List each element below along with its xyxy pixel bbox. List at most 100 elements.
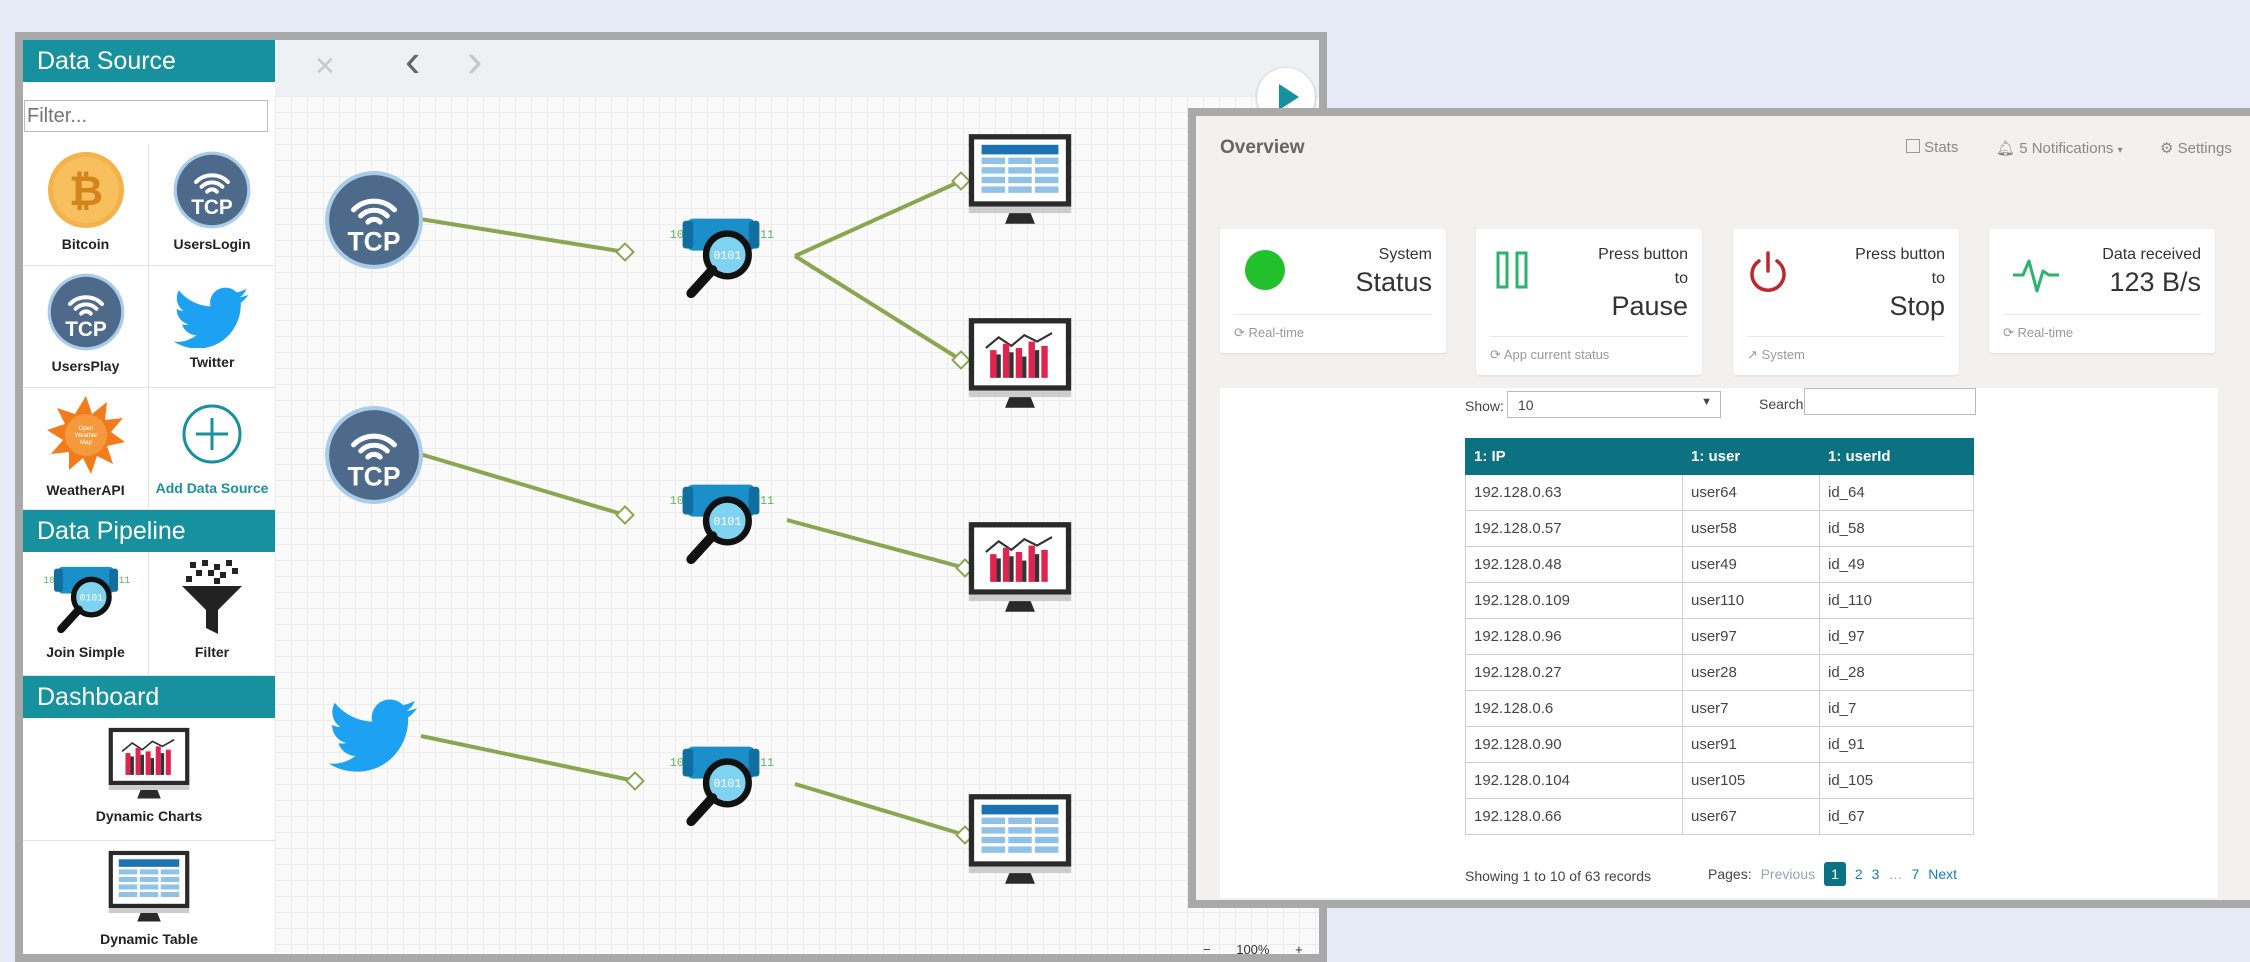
column-header-ip[interactable]: 1: IP	[1465, 438, 1683, 475]
cell-userid: id_110	[1819, 582, 1974, 619]
nav-settings[interactable]: ⚙ Settings	[2160, 139, 2232, 157]
add-data-source-button[interactable]: Add Data Source	[149, 388, 275, 510]
cell-userid: id_58	[1819, 510, 1974, 547]
status-card-text: System Status	[1355, 243, 1432, 297]
source-label: Bitcoin	[61, 236, 110, 252]
connector	[786, 518, 966, 570]
power-icon[interactable]	[1747, 249, 1789, 293]
cell-user: user91	[1682, 726, 1820, 763]
source-usersplay[interactable]: UsersPlay	[23, 266, 149, 388]
previous-page-button[interactable]: Previous	[1761, 866, 1815, 882]
zoom-in-button[interactable]: +	[1295, 942, 1303, 957]
pipeline-tool-list: Join Simple Filter	[23, 552, 275, 676]
zoom-out-button[interactable]: −	[1203, 942, 1211, 957]
forward-icon[interactable]: ›	[467, 37, 482, 83]
pipeline-canvas[interactable]	[275, 96, 1319, 954]
cell-userid: id_49	[1819, 546, 1974, 583]
data-source-list: ₿ Bitcoin UsersLogin UsersPlay Twitter O…	[23, 144, 275, 510]
source-twitter[interactable]: Twitter	[149, 266, 275, 388]
source-bitcoin[interactable]: ₿ Bitcoin	[23, 144, 149, 266]
table-row: 192.128.0.57 user58 id_58	[1465, 510, 1974, 547]
search-input[interactable]	[1804, 388, 1976, 415]
cell-userid: id_64	[1819, 474, 1974, 511]
join-magnifier-icon	[38, 558, 134, 638]
next-page-button[interactable]: Next	[1928, 866, 1957, 882]
gear-icon: ⚙	[2160, 140, 2174, 157]
port-icon	[951, 171, 971, 191]
card-value: Stop	[1889, 291, 1945, 321]
weather-sun-icon: Open Weather Map	[46, 396, 125, 474]
tool-label: Dynamic Table	[100, 931, 198, 947]
page-button[interactable]: 3	[1872, 866, 1880, 882]
cell-userid: id_28	[1819, 654, 1974, 691]
nav-notifications[interactable]: 🔔︎ 5 Notifications ▾	[1996, 139, 2123, 157]
node-tcp-source	[325, 171, 423, 269]
nav-stats-label: Stats	[1924, 139, 1959, 156]
connector	[419, 217, 626, 254]
stats-icon	[1906, 139, 1920, 153]
dashboard-tool-list: Dynamic Charts Dynamic Table	[23, 718, 275, 954]
node-join-simple	[670, 485, 774, 560]
refresh-icon: ⟳	[1234, 325, 1245, 340]
source-label: UsersLogin	[173, 236, 251, 252]
sidebar: Data Source ₿ Bitcoin UsersLogin UsersPl…	[23, 40, 277, 954]
tool-filter[interactable]: Filter	[149, 552, 275, 676]
node-dynamic-table	[968, 794, 1072, 884]
records-table: 1: IP 1: user 1: userId 192.128.0.63 user…	[1465, 438, 1974, 835]
chart-monitor-icon	[107, 726, 191, 802]
source-weatherapi[interactable]: Open Weather Map WeatherAPI	[23, 388, 149, 510]
cell-userid: id_7	[1819, 690, 1974, 727]
page-title: Overview	[1220, 137, 1305, 158]
tool-join-simple[interactable]: Join Simple	[23, 552, 149, 676]
node-dynamic-charts	[967, 521, 1073, 613]
connector	[793, 254, 963, 362]
node-twitter-source	[329, 699, 418, 772]
card-caption: Press button to	[1598, 246, 1688, 287]
page-button[interactable]: 2	[1855, 866, 1863, 882]
table-panel: Show: 10 ▼ Search: 1: IP 1: user 1: user…	[1220, 388, 2218, 898]
data-received-text: Data received 123 B/s	[2102, 243, 2201, 297]
cell-ip: 192.128.0.90	[1465, 726, 1683, 763]
table-body: 192.128.0.63 user64 id_64 192.128.0.57 user5…	[1465, 474, 1974, 835]
cell-user: user105	[1682, 762, 1820, 799]
card-value: Status	[1355, 267, 1432, 297]
table-row: 192.128.0.63 user64 id_64	[1465, 474, 1974, 511]
close-icon[interactable]: ×	[315, 48, 335, 84]
table-row: 192.128.0.90 user91 id_91	[1465, 726, 1974, 763]
node-join-simple	[670, 219, 774, 294]
page-size-select[interactable]: 10 ▼	[1507, 391, 1721, 418]
node-tcp-source	[325, 406, 423, 504]
cell-userid: id_91	[1819, 726, 1974, 763]
page-button[interactable]: 7	[1911, 866, 1919, 882]
column-header-userid[interactable]: 1: userId	[1819, 438, 1974, 475]
port-icon	[615, 505, 635, 525]
card-footer: ↗ System	[1747, 336, 1945, 363]
funnel-icon	[182, 560, 242, 634]
nav-stats[interactable]: Stats	[1906, 139, 1958, 156]
pause-icon[interactable]	[1496, 251, 1530, 291]
tool-label: Filter	[194, 644, 230, 660]
cell-userid: id_105	[1819, 762, 1974, 799]
bitcoin-icon: ₿	[47, 152, 124, 228]
pause-card[interactable]: Press button to Pause ⟳ App current stat…	[1476, 229, 1702, 375]
card-value: 123 B/s	[2109, 267, 2201, 297]
caret-down-icon: ▾	[2117, 145, 2123, 156]
page-button[interactable]: 1	[1824, 862, 1846, 886]
cell-user: user64	[1682, 474, 1820, 511]
tool-dynamic-table[interactable]: Dynamic Table	[23, 841, 275, 954]
table-row: 192.128.0.66 user67 id_67	[1465, 798, 1974, 835]
card-value: Pause	[1611, 291, 1688, 321]
nav-notifications-label: 5 Notifications	[2019, 140, 2114, 157]
table-monitor-icon	[107, 849, 191, 925]
source-label: Twitter	[189, 354, 235, 370]
tool-label: Dynamic Charts	[95, 808, 203, 824]
table-row: 192.128.0.6 user7 id_7	[1465, 690, 1974, 727]
stop-card[interactable]: Press button to Stop ↗ System	[1733, 229, 1959, 375]
filter-input[interactable]	[24, 100, 268, 132]
tool-dynamic-charts[interactable]: Dynamic Charts	[23, 718, 275, 841]
card-footer-label: Real-time	[1248, 325, 1305, 340]
source-userslogin[interactable]: UsersLogin	[149, 144, 275, 266]
column-header-user[interactable]: 1: user	[1682, 438, 1820, 475]
back-icon[interactable]: ‹	[405, 37, 420, 83]
cell-user: user7	[1682, 690, 1820, 727]
